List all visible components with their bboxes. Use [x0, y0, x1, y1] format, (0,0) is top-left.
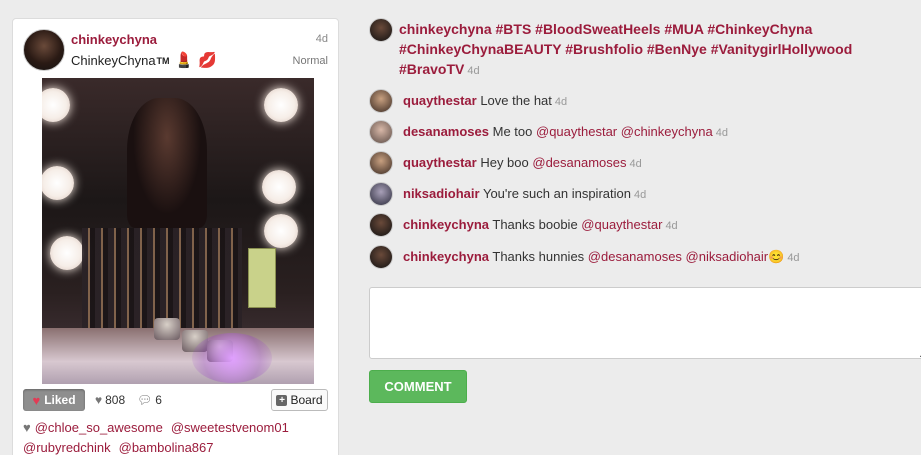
comment-item: niksadiohair You're such an inspiration 4…: [403, 186, 646, 201]
post-username[interactable]: chinkeychyna: [71, 32, 157, 47]
post-card: chinkeychyna ChinkeyChyna TM 💄 💋 4d Norma…: [12, 18, 339, 455]
add-to-board-button[interactable]: + Board: [271, 389, 328, 411]
vanity-bulb: [42, 166, 74, 200]
comment-item: chinkeychyna Thanks boobie @quaythestar 4…: [403, 217, 678, 232]
trademark-text: TM: [156, 55, 170, 66]
liker-link[interactable]: @bambolina867: [119, 440, 214, 455]
post-filter: Normal: [292, 55, 328, 67]
plus-icon: +: [276, 394, 288, 406]
liked-button[interactable]: ♥ Liked: [23, 389, 85, 411]
caption-avatar[interactable]: [369, 18, 393, 42]
vanity-bulb: [50, 236, 84, 270]
comment-mentions[interactable]: @desanamoses: [532, 155, 626, 170]
comment-text: Love the hat: [480, 93, 552, 108]
comment-text: Me too: [492, 124, 533, 139]
comment-button[interactable]: COMMENT: [369, 370, 467, 403]
liker-link[interactable]: @rubyredchink: [23, 440, 111, 455]
comment-mentions[interactable]: @desanamoses @niksadiohair: [588, 249, 768, 264]
product-box: [248, 248, 276, 308]
vanity-bulb: [262, 170, 296, 204]
comment-username[interactable]: niksadiohair: [403, 186, 480, 201]
comment-age: 4d: [665, 220, 678, 232]
post-fullname: ChinkeyChyna TM 💄 💋: [71, 53, 217, 68]
vanity-bulb: [264, 214, 298, 248]
comment-text: Hey boo: [480, 155, 529, 170]
heart-outline-icon: ♥: [95, 393, 103, 407]
comment-item: chinkeychyna Thanks hunnies @desanamoses…: [403, 249, 800, 265]
comment-age: 4d: [629, 158, 642, 170]
post-photo[interactable]: [42, 78, 314, 384]
comment-item: quaythestar Hey boo @desanamoses 4d: [403, 155, 642, 170]
vanity-bulb: [264, 88, 298, 122]
liked-label: Liked: [44, 393, 76, 407]
comment-input[interactable]: [369, 287, 921, 359]
comment-age: 4d: [554, 96, 568, 108]
comment-age: 4d: [787, 252, 800, 264]
light-flare: [192, 333, 272, 383]
person-figure: [127, 98, 207, 228]
avatar[interactable]: [369, 245, 393, 269]
avatar[interactable]: [369, 213, 393, 237]
post-caption: chinkeychyna #BTS #BloodSweatHeels #MUA …: [399, 19, 869, 81]
cosmetic-jar: [154, 318, 180, 340]
likers-list: ♥ @chloe_so_awesome @sweetestvenom01 @ruby…: [23, 418, 333, 455]
comment-text: Thanks boobie: [492, 217, 578, 232]
liker-link[interactable]: @chloe_so_awesome: [35, 420, 163, 435]
comment-age: 4d: [633, 189, 647, 201]
likes-count: 808: [105, 393, 126, 407]
comment-username[interactable]: quaythestar: [403, 155, 477, 170]
smiley-icon: 😊: [768, 249, 785, 264]
comment-text: You're such an inspiration: [482, 186, 631, 201]
caption-age: 4d: [467, 65, 480, 77]
avatar[interactable]: [369, 89, 393, 113]
comments-count: 6: [155, 393, 162, 407]
comment-mentions[interactable]: @quaythestar: [581, 217, 662, 232]
fullname-text: ChinkeyChyna: [71, 53, 156, 68]
board-label: Board: [290, 393, 323, 407]
comment-item: desanamoses Me too @quaythestar @chinkey…: [403, 124, 728, 139]
comment-username[interactable]: chinkeychyna: [403, 217, 489, 232]
heart-icon: ♥: [23, 420, 31, 435]
lipstick-icon: 💄: [174, 52, 194, 69]
heart-icon: ♥: [32, 392, 41, 408]
comment-mentions[interactable]: @quaythestar @chinkeychyna: [536, 124, 713, 139]
avatar[interactable]: [369, 182, 393, 206]
comment-username[interactable]: chinkeychyna: [403, 249, 489, 264]
kiss-mark-icon: 💋: [198, 52, 217, 69]
comment-username[interactable]: desanamoses: [403, 124, 489, 139]
comment-text: Thanks hunnies: [492, 249, 585, 264]
liker-link[interactable]: @sweetestvenom01: [171, 420, 289, 435]
comment-age: 4d: [715, 127, 728, 139]
comment-bubble-icon: 💬︎: [137, 393, 153, 407]
avatar[interactable]: [369, 120, 393, 144]
comment-item: quaythestar Love the hat 4d: [403, 93, 567, 108]
avatar[interactable]: [369, 151, 393, 175]
vanity-bulb: [42, 88, 70, 122]
avatar[interactable]: [23, 29, 65, 71]
post-age: 4d: [315, 33, 328, 45]
comment-username[interactable]: quaythestar: [403, 93, 477, 108]
comments-stat: 💬︎ 6: [137, 393, 162, 407]
likes-stat: ♥ 808: [95, 393, 125, 407]
